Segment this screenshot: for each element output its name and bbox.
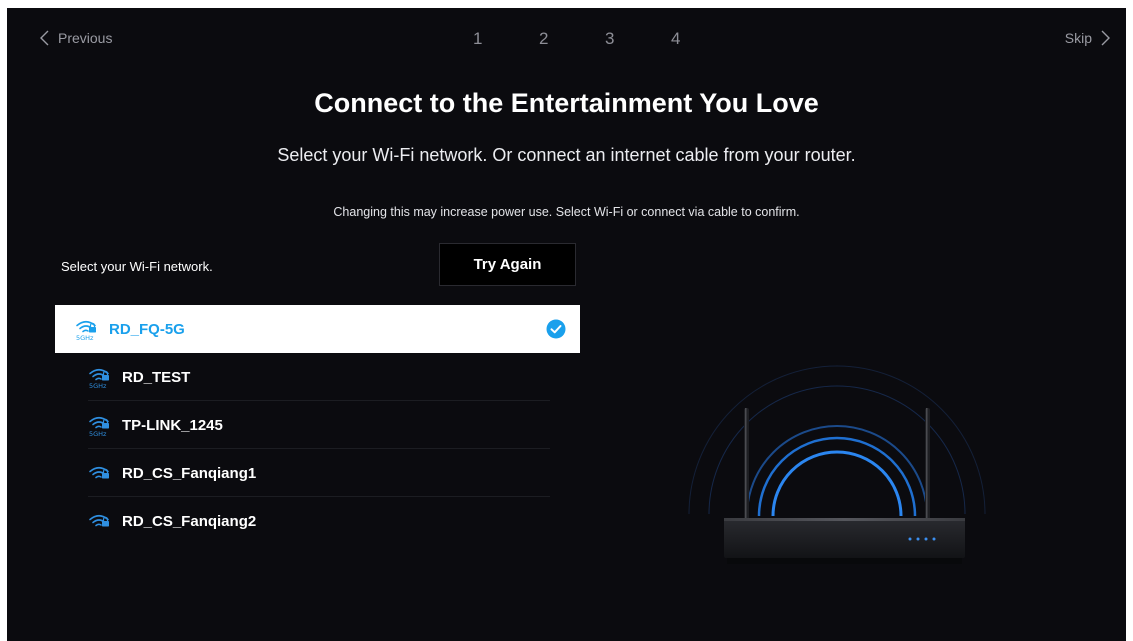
previous-label: Previous	[58, 30, 113, 46]
wifi-network-item[interactable]: RD_CS_Fanqiang2	[55, 497, 580, 545]
wifi-network-item[interactable]: 5GHz RD_FQ-5G	[55, 305, 580, 353]
step-indicator: 1 2 3 4	[473, 29, 737, 49]
page-subtitle: Select your Wi-Fi network. Or connect an…	[277, 145, 856, 165]
skip-label: Skip	[1064, 30, 1092, 46]
wifi-network-name: RD_FQ-5G	[109, 320, 185, 338]
top-navigation: Previous 1 2 3 4 Skip	[7, 8, 1126, 70]
wifi-lock-icon: 5GHz	[89, 416, 109, 438]
wifi-network-name: RD_CS_Fanqiang1	[122, 464, 257, 482]
setup-screen: Previous 1 2 3 4 Skip Connect to the Ent…	[7, 8, 1126, 641]
step-4: 4	[671, 29, 681, 48]
checkmark-icon	[546, 319, 566, 339]
band-label: 5GHz	[89, 430, 107, 438]
wifi-lock-icon	[89, 466, 109, 479]
wifi-network-name: RD_TEST	[122, 368, 191, 386]
wifi-network-item[interactable]: 5GHz TP-LINK_1245	[55, 401, 580, 449]
wifi-network-item[interactable]: 5GHz RD_TEST	[55, 353, 580, 401]
router-illustration	[688, 365, 986, 564]
wifi-network-name: RD_CS_Fanqiang2	[122, 512, 257, 530]
wifi-network-list: 5GHz RD_FQ-5G 5GHz RD_TEST 5GHz TP-LINK_…	[55, 305, 580, 545]
wifi-list-label: Select your Wi-Fi network.	[61, 259, 213, 274]
step-1: 1	[473, 29, 483, 48]
wifi-network-item[interactable]: RD_CS_Fanqiang1	[55, 449, 580, 497]
band-label: 5GHz	[89, 382, 107, 390]
try-again-button[interactable]: Try Again	[439, 243, 576, 286]
previous-button[interactable]: Previous	[40, 30, 112, 46]
wifi-lock-icon: 5GHz	[89, 368, 109, 390]
band-label: 5GHz	[76, 334, 94, 342]
wifi-lock-icon	[89, 514, 109, 527]
power-note: Changing this may increase power use. Se…	[333, 205, 800, 219]
chevron-left-icon	[40, 30, 49, 46]
wifi-network-name: TP-LINK_1245	[122, 416, 223, 434]
page-title: Connect to the Entertainment You Love	[314, 88, 819, 118]
chevron-right-icon	[1101, 30, 1110, 46]
wifi-lock-icon: 5GHz	[76, 320, 96, 342]
skip-button[interactable]: Skip	[1065, 30, 1110, 46]
step-3: 3	[605, 29, 615, 48]
step-2: 2	[539, 29, 549, 48]
